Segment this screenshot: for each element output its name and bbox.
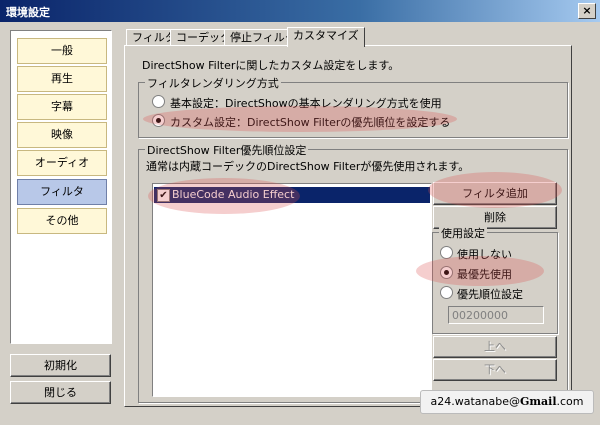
category-filter[interactable]: フィルタ: [17, 179, 107, 205]
basic-setting-label: 基本設定：DirectShowの基本レンダリング方式を使用: [170, 97, 442, 110]
move-up-button[interactable]: 上へ: [433, 336, 557, 358]
title-bar: 環境設定 ×: [0, 0, 600, 22]
filter-checkbox[interactable]: ✔: [157, 189, 170, 202]
email-watermark: a24.watanabe@Gmail.com: [420, 390, 594, 414]
watermark-suffix: .com: [556, 395, 584, 408]
top-priority-label: 最優先使用: [457, 268, 512, 281]
window-title: 環境設定: [6, 6, 50, 19]
radio-top-priority[interactable]: [440, 266, 453, 279]
priority-settings-title: DirectShow Filter優先順位設定: [145, 142, 309, 158]
add-filter-button[interactable]: フィルタ追加: [433, 182, 557, 205]
category-audio[interactable]: オーディオ: [17, 150, 107, 176]
rendering-method-title: フィルタレンダリング方式: [145, 75, 281, 91]
priority-value-field[interactable]: 00200000: [448, 306, 544, 324]
do-not-use-label: 使用しない: [457, 248, 512, 261]
priority-order-label: 優先順位設定: [457, 288, 523, 301]
custom-setting-label: カスタム設定：DirectShow Filterの優先順位を設定する: [170, 116, 451, 129]
usage-settings-title: 使用設定: [439, 225, 487, 241]
watermark-prefix: a24.watanabe: [430, 395, 509, 408]
reset-button[interactable]: 初期化: [10, 354, 111, 377]
description-text: DirectShow Filterに関したカスタム設定をします。: [142, 59, 400, 72]
category-other[interactable]: その他: [17, 208, 107, 234]
radio-priority-order[interactable]: [440, 286, 453, 299]
filter-name: BlueCode Audio Effect: [172, 188, 295, 201]
radio-do-not-use[interactable]: [440, 246, 453, 259]
filter-list-item[interactable]: ✔ BlueCode Audio Effect: [154, 187, 430, 203]
move-down-button[interactable]: 下へ: [433, 359, 557, 381]
category-subtitles[interactable]: 字幕: [17, 94, 107, 120]
category-general[interactable]: 一般: [17, 38, 107, 64]
tab-customize[interactable]: カスタマイズ: [287, 27, 365, 47]
close-button[interactable]: 閉じる: [10, 381, 111, 404]
radio-custom-setting[interactable]: [152, 114, 165, 127]
filter-list[interactable]: ✔ BlueCode Audio Effect: [152, 183, 432, 397]
priority-note-text: 通常は内蔵コーデックのDirectShow Filterが優先使用されます。: [146, 160, 470, 173]
close-window-button[interactable]: ×: [578, 3, 596, 19]
category-playback[interactable]: 再生: [17, 66, 107, 92]
category-list: 一般 再生 字幕 映像 オーディオ フィルタ その他: [10, 30, 112, 344]
radio-basic-setting[interactable]: [152, 95, 165, 108]
category-video[interactable]: 映像: [17, 122, 107, 148]
watermark-at: @: [508, 395, 520, 408]
gmail-logo: Gmail: [519, 395, 557, 408]
